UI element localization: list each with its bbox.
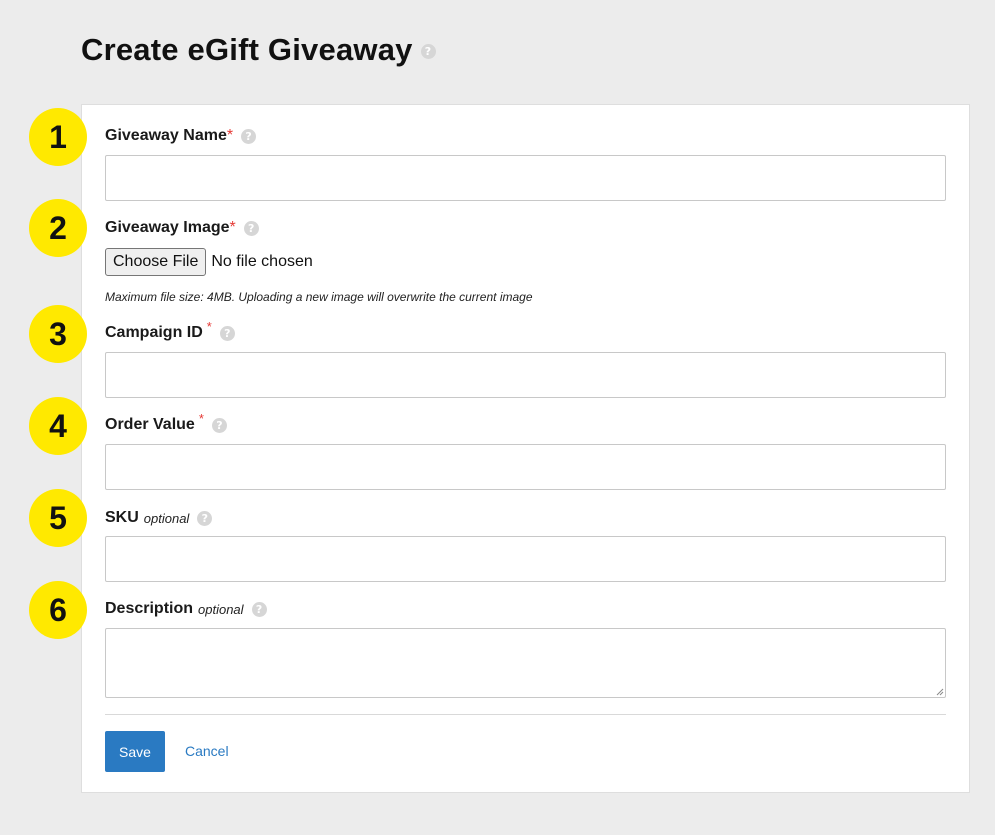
giveaway-name-label: Giveaway Name * ? (105, 127, 257, 145)
description-textarea[interactable] (105, 628, 946, 698)
campaign-id-label: Campaign ID * ? (105, 319, 235, 342)
giveaway-image-label-text: Giveaway Image (105, 219, 230, 236)
form-divider (105, 714, 946, 715)
resize-grip-icon[interactable] (936, 688, 944, 696)
giveaway-image-label: Giveaway Image * ? (105, 219, 259, 237)
help-icon[interactable]: ? (243, 220, 259, 236)
required-asterisk: * (206, 318, 212, 334)
order-value-input[interactable] (105, 444, 946, 490)
step-badge-3: 3 (29, 305, 87, 363)
giveaway-name-label-text: Giveaway Name (105, 127, 227, 144)
help-icon[interactable]: ? (241, 128, 257, 144)
page-title-text: Create eGift Giveaway (81, 32, 413, 67)
choose-file-button[interactable]: Choose File (105, 248, 207, 276)
sku-input[interactable] (105, 536, 946, 582)
required-asterisk: * (198, 410, 204, 426)
help-icon[interactable]: ? (211, 417, 227, 433)
order-value-label: Order Value * ? (105, 411, 227, 434)
cancel-link[interactable]: Cancel (185, 743, 229, 759)
help-icon[interactable]: ? (197, 510, 213, 526)
save-button[interactable]: Save (105, 731, 165, 772)
step-badge-5: 5 (29, 489, 87, 547)
help-icon[interactable]: ? (420, 44, 436, 59)
page-title: Create eGift Giveaway ? (81, 32, 436, 68)
description-label: Description optional ? (105, 600, 267, 618)
step-badge-4: 4 (29, 397, 87, 455)
help-icon[interactable]: ? (251, 601, 267, 617)
campaign-id-input[interactable] (105, 352, 946, 398)
step-badge-6: 6 (29, 581, 87, 639)
image-size-hint: Maximum file size: 4MB. Uploading a new … (105, 290, 533, 304)
step-badge-1: 1 (29, 108, 87, 166)
giveaway-image-file-input: Choose File No file chosen (105, 248, 313, 276)
file-status-text: No file chosen (211, 253, 313, 270)
giveaway-name-input[interactable] (105, 155, 946, 201)
sku-label: SKU optional ? (105, 509, 213, 527)
sku-label-text: SKU (105, 509, 139, 526)
step-badge-2: 2 (29, 199, 87, 257)
campaign-id-label-text: Campaign ID (105, 324, 203, 341)
order-value-label-text: Order Value (105, 416, 195, 433)
help-icon[interactable]: ? (219, 325, 235, 341)
required-asterisk: * (229, 219, 236, 236)
optional-tag: optional (198, 601, 244, 617)
description-label-text: Description (105, 600, 194, 617)
required-asterisk: * (226, 127, 234, 144)
optional-tag: optional (143, 510, 190, 526)
